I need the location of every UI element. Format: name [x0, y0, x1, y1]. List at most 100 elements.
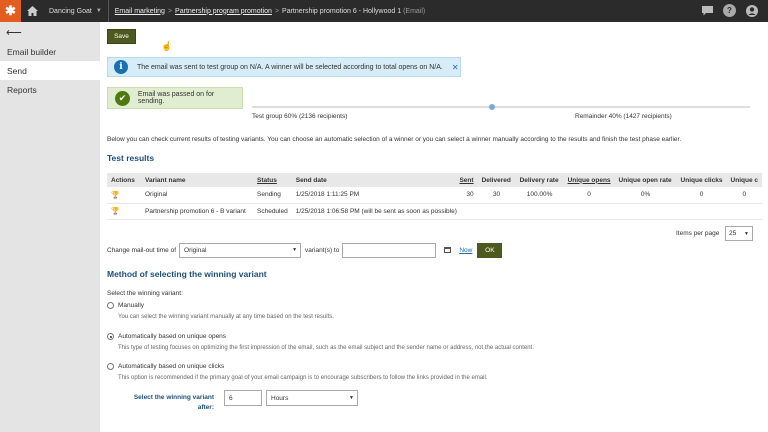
sidebar-item-email-builder[interactable]: Email builder [0, 42, 100, 61]
items-per-page-value: 25 [729, 230, 737, 237]
chevron-down-icon: ▼ [292, 247, 298, 253]
cell-send-date: 1/25/2018 1:06:58 PM (will be sent as so… [291, 203, 762, 220]
chevron-down-icon: ▼ [349, 395, 354, 401]
test-group-slider[interactable]: Test group 60% (2136 recipients) Remaind… [252, 104, 750, 120]
chevron-down-icon: ▼ [95, 8, 102, 14]
mailout-row: Change mail-out time of Original ▼ varia… [107, 242, 527, 258]
cell-delivered: 30 [477, 187, 516, 204]
winning-after-unit-select[interactable]: Hours ▼ [266, 390, 358, 406]
site-name: Dancing Goat [49, 7, 92, 15]
column-header-delivered: Delivered [477, 173, 516, 187]
cell-send-date: 1/25/2018 1:11:25 PM [291, 187, 456, 204]
breadcrumb-email-marketing[interactable]: Email marketing [115, 8, 165, 15]
radio-unique-opens[interactable]: Automatically based on unique opens [107, 333, 226, 340]
cell-delivery-rate: 100.00% [515, 187, 564, 204]
help-icon[interactable]: ? [723, 4, 736, 17]
radio-label: Automatically based on unique clicks [118, 363, 225, 370]
column-header-unique-open-rate: Unique open rate [614, 173, 677, 187]
mouse-cursor-icon: ☝ [161, 41, 173, 51]
winning-after-unit-value: Hours [271, 394, 289, 402]
sidebar: ⟵ Email builder Send Reports [0, 22, 100, 432]
remainder-label: Remainder 40% (1427 recipients) [575, 113, 672, 120]
site-selector[interactable]: Dancing Goat ▼ [43, 0, 109, 22]
chevron-down-icon: ▼ [744, 230, 749, 237]
winning-after-label-line2: after: [197, 404, 214, 411]
main-content: Save ☝ i The email was sent to test grou… [100, 22, 768, 432]
radio-manually[interactable]: Manually [107, 302, 144, 309]
radio-help: This type of testing focuses on optimizi… [118, 345, 534, 351]
chat-icon[interactable] [699, 3, 715, 19]
variant-select-value: Original [184, 246, 207, 254]
cell-sent: 30 [455, 187, 478, 204]
test-results-table: Actions Variant name Status Send date Se… [107, 173, 762, 220]
back-arrow-icon[interactable]: ⟵ [0, 22, 100, 42]
winning-after-value: 6 [229, 394, 233, 402]
success-message: ✔ Email was passed on for sending. [107, 87, 243, 109]
column-header-send-date: Send date [291, 173, 456, 187]
info-message-text: The email was sent to test group on N/A.… [137, 63, 443, 71]
method-heading: Method of selecting the winning variant [107, 269, 267, 279]
radio-button-selected[interactable] [107, 333, 114, 340]
winning-after-label: Select the winning variant after: [130, 393, 214, 413]
variant-select[interactable]: Original ▼ [179, 242, 302, 258]
close-icon[interactable]: ✕ [452, 63, 459, 72]
ok-button[interactable]: OK [477, 242, 503, 258]
sidebar-item-send[interactable]: Send [0, 61, 100, 80]
trophy-icon[interactable]: 🏆 [107, 187, 141, 204]
slider-handle[interactable] [489, 104, 495, 110]
column-header-sent[interactable]: Sent [455, 173, 478, 187]
breadcrumb-type: (Email) [403, 7, 426, 15]
user-icon[interactable] [744, 3, 760, 19]
breadcrumb-current: Partnership promotion 6 - Hollywood 1 [282, 7, 402, 15]
cell-unique-clicks: 0 [676, 187, 727, 204]
save-button[interactable]: Save [107, 29, 136, 44]
radio-label: Manually [118, 302, 145, 309]
info-message: i The email was sent to test group on N/… [107, 57, 461, 77]
mailout-date-input[interactable] [342, 242, 437, 258]
radio-label: Automatically based on unique opens [118, 333, 227, 340]
success-message-text: Email was passed on for sending. [137, 91, 215, 105]
column-header-variant-name: Variant name [141, 173, 253, 187]
slider-track [252, 106, 750, 108]
test-results-heading: Test results [107, 153, 155, 163]
items-per-page-label: Items per page [676, 230, 720, 237]
checkmark-icon: ✔ [115, 90, 130, 106]
select-winning-label: Select the winning variant: [107, 290, 183, 297]
trophy-icon[interactable]: 🏆 [107, 203, 141, 220]
home-icon[interactable] [21, 0, 43, 22]
calendar-icon[interactable] [444, 246, 452, 255]
winning-after-input[interactable]: 6 [224, 390, 262, 406]
column-header-unique-opens[interactable]: Unique opens [563, 173, 615, 187]
radio-help: You can select the winning variant manua… [118, 314, 334, 320]
breadcrumb: Email marketing > Partnership program pr… [109, 8, 426, 15]
table-header-row: Actions Variant name Status Send date Se… [107, 173, 762, 187]
test-group-label: Test group 60% (2136 recipients) [252, 113, 348, 120]
top-bar: ✱ Dancing Goat ▼ Email marketing > Partn… [0, 0, 768, 22]
column-header-actions: Actions [107, 173, 141, 187]
kentico-logo-icon[interactable]: ✱ [0, 0, 21, 22]
mailout-label: Change mail-out time of [107, 246, 177, 254]
radio-unique-clicks[interactable]: Automatically based on unique clicks [107, 363, 224, 370]
cell-unique-opens: 0 [563, 187, 615, 204]
sidebar-item-reports[interactable]: Reports [0, 80, 100, 99]
cell-unique-open-rate: 0% [614, 187, 677, 204]
winning-after-label-line1: Select the winning variant [133, 394, 214, 401]
column-header-unique-c: Unique c [726, 173, 762, 187]
radio-help: This option is recommended if the primar… [118, 375, 488, 381]
breadcrumb-separator: > [274, 7, 280, 15]
items-per-page-select[interactable]: 25 ▼ [725, 226, 753, 241]
breadcrumb-campaign[interactable]: Partnership program promotion [175, 8, 272, 15]
table-row: 🏆 Original Sending 1/25/2018 1:11:25 PM … [107, 187, 762, 204]
cell-unique-c: 0 [726, 187, 762, 204]
cell-status: Sending [253, 187, 292, 204]
cell-variant: Partnership promotion 6 - B variant [141, 203, 253, 220]
test-results-description: Below you can check current results of t… [107, 136, 682, 143]
now-link[interactable]: Now [459, 247, 472, 254]
radio-button[interactable] [107, 363, 114, 370]
breadcrumb-separator: > [167, 7, 173, 15]
info-icon: i [114, 60, 128, 74]
column-header-unique-clicks: Unique clicks [676, 173, 727, 187]
radio-button[interactable] [107, 302, 114, 309]
column-header-status[interactable]: Status [253, 173, 292, 187]
table-row: 🏆 Partnership promotion 6 - B variant Sc… [107, 203, 762, 220]
